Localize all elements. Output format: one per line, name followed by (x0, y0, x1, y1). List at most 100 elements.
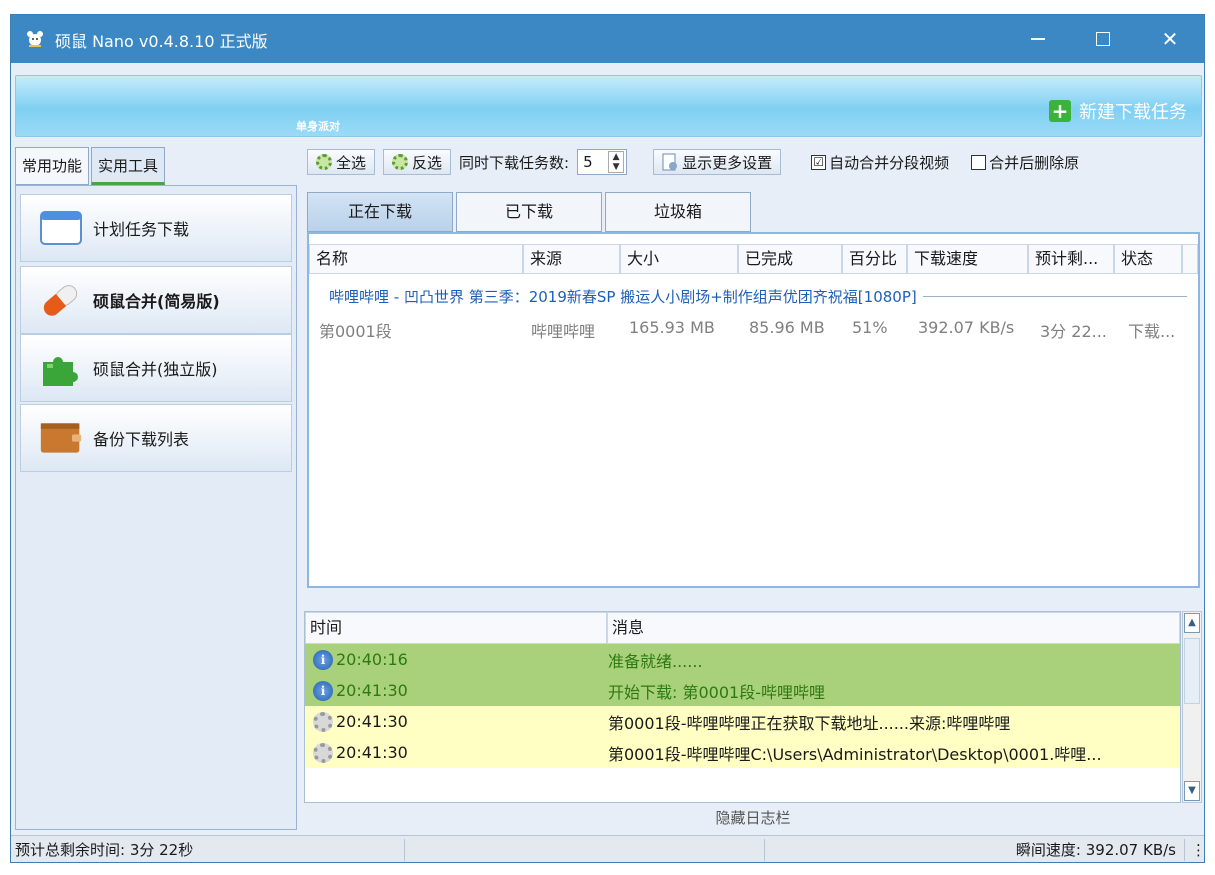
group-divider (922, 296, 1187, 297)
select-all-button[interactable]: 全选 (307, 149, 376, 175)
title-bar: 硕鼠 Nano v0.4.8.10 正式版 ✕ (11, 15, 1204, 63)
status-bar: 预计总剩余时间: 3分 22秒 瞬间速度: 392.07 KB/s ⋮ (11, 835, 1204, 862)
tab-downloading[interactable]: 正在下载 (307, 192, 453, 232)
cell-source: 哔哩哔哩 (531, 322, 596, 341)
scroll-down-icon[interactable]: ▼ (1184, 781, 1200, 801)
select-all-label: 全选 (336, 153, 367, 172)
banner-label: 单身派对 (296, 120, 340, 133)
concurrent-tasks-value: 5 (583, 153, 593, 171)
auto-merge-checkbox-box[interactable]: ☑ (811, 154, 827, 170)
sidebar-item-label: 备份下载列表 (93, 430, 190, 449)
gear-icon (313, 742, 333, 763)
info-icon: i (313, 680, 333, 701)
cell-eta: 3分 22... (1040, 322, 1107, 341)
log-message: 开始下载: 第0001段-哔哩哔哩 (608, 682, 825, 702)
log-message: 第0001段-哔哩哔哩C:\Users\Administrator\Deskto… (608, 744, 1102, 764)
column-header-source[interactable]: 来源 (523, 244, 620, 274)
hide-log-button[interactable]: 隐藏日志栏 (304, 805, 1202, 831)
maximize-button[interactable] (1071, 15, 1135, 63)
concurrent-tasks-stepper[interactable]: 5 ▲ ▼ (577, 149, 628, 175)
cell-size: 165.93 MB (629, 318, 715, 337)
minimize-icon (1031, 38, 1045, 40)
more-settings-label: 显示更多设置 (682, 153, 773, 172)
log-message: 准备就绪...... (608, 651, 703, 671)
download-group-title: 哔哩哔哩 - 凹凸世界 第三季：2019新春SP 搬运人小剧场+制作组声优团齐祝… (329, 288, 917, 306)
cell-name: 第0001段 (319, 322, 392, 341)
log-row[interactable]: i 20:41:30 开始下载: 第0001段-哔哩哔哩 (305, 675, 1180, 706)
log-message: 第0001段-哔哩哔哩正在获取下载地址......来源:哔哩哔哩 (608, 713, 1011, 733)
sidebar: 计划任务下载 硕鼠合并(简易版) 硕鼠合并(独立版) 备份下载列表 (15, 185, 297, 830)
sidebar-item-merge-standalone[interactable]: 硕鼠合并(独立版) (20, 334, 292, 402)
auto-merge-label: 自动合并分段视频 (829, 153, 950, 172)
cell-status: 下载... (1128, 322, 1176, 341)
column-header-done[interactable]: 已完成 (738, 244, 842, 274)
invert-selection-label: 反选 (412, 153, 443, 172)
status-total-eta: 预计总剩余时间: 3分 22秒 (11, 839, 405, 861)
sidebar-item-label: 计划任务下载 (93, 220, 190, 239)
stepper-arrows-icon[interactable]: ▲ ▼ (608, 151, 625, 173)
column-header-filler (1182, 244, 1198, 274)
delete-after-merge-label: 合并后删除原 (989, 153, 1080, 172)
maximize-icon (1096, 32, 1110, 46)
invert-selection-icon (392, 154, 409, 170)
more-settings-button[interactable]: 显示更多设置 (653, 149, 782, 175)
close-button[interactable]: ✕ (1138, 15, 1202, 63)
tab-utility-tools[interactable]: 实用工具 (91, 147, 166, 185)
table-row[interactable]: 第0001段 哔哩哔哩 165.93 MB 85.96 MB 51% 392.0… (309, 318, 1198, 342)
log-row[interactable]: 20:41:30 第0001段-哔哩哔哩正在获取下载地址......来源:哔哩哔… (305, 706, 1180, 737)
sidebar-item-label: 硕鼠合并(独立版) (93, 360, 218, 379)
main-tabs: 正在下载 已下载 垃圾箱 (307, 192, 754, 232)
status-empty-segment (405, 839, 765, 861)
log-time: 20:41:30 (336, 712, 408, 731)
download-list: 名称 来源 大小 已完成 百分比 下载速度 预计剩... 状态 哔哩哔哩 - 凹… (307, 232, 1200, 588)
log-time: 20:40:16 (336, 650, 408, 669)
sidebar-item-merge-simple[interactable]: 硕鼠合并(简易版) (20, 266, 292, 334)
puzzle-icon (39, 348, 83, 388)
tab-trash[interactable]: 垃圾箱 (605, 192, 751, 232)
log-scrollbar[interactable]: ▲ ▼ (1182, 611, 1202, 803)
download-list-header: 名称 来源 大小 已完成 百分比 下载速度 预计剩... 状态 (309, 244, 1198, 274)
info-icon: i (313, 649, 333, 670)
column-header-name[interactable]: 名称 (309, 244, 523, 274)
sidebar-item-scheduled-download[interactable]: 计划任务下载 (20, 194, 292, 262)
download-group-header[interactable]: 哔哩哔哩 - 凹凸世界 第三季：2019新春SP 搬运人小剧场+制作组声优团齐祝… (329, 286, 1187, 307)
log-column-message[interactable]: 消息 (607, 612, 1180, 644)
column-header-status[interactable]: 状态 (1114, 244, 1182, 274)
tab-downloaded[interactable]: 已下载 (456, 192, 602, 232)
sidebar-item-backup-list[interactable]: 备份下载列表 (20, 404, 292, 472)
minimize-button[interactable] (1006, 15, 1070, 63)
scrollbar-thumb[interactable] (1184, 638, 1200, 704)
cell-percent: 51% (852, 318, 888, 337)
log-row[interactable]: 20:41:30 第0001段-哔哩哔哩C:\Users\Administrat… (305, 737, 1180, 768)
scroll-up-icon[interactable]: ▲ (1184, 613, 1200, 633)
delete-after-merge-checkbox-box[interactable] (971, 154, 987, 170)
window-title: 硕鼠 Nano v0.4.8.10 正式版 (55, 32, 268, 51)
new-task-label: 新建下载任务 (1079, 102, 1187, 123)
sidebar-item-label: 硕鼠合并(简易版) (93, 292, 220, 311)
mouse-logo-icon (27, 31, 43, 47)
column-header-size[interactable]: 大小 (620, 244, 738, 274)
log-time: 20:41:30 (336, 681, 408, 700)
left-tabs: 常用功能 实用工具 (15, 147, 167, 185)
banner: 单身派对 + 新建下载任务 (15, 75, 1202, 137)
column-header-percent[interactable]: 百分比 (842, 244, 907, 274)
log-header: 时间 消息 (305, 612, 1180, 644)
log-time: 20:41:30 (336, 743, 408, 762)
resize-grip-icon[interactable]: ⋮ (1187, 839, 1204, 861)
delete-after-merge-checkbox[interactable]: 合并后删除原 (971, 152, 1079, 173)
plus-icon: + (1049, 100, 1071, 122)
invert-selection-button[interactable]: 反选 (383, 149, 452, 175)
concurrent-tasks-label: 同时下载任务数: (459, 153, 570, 172)
auto-merge-checkbox[interactable]: ☑ 自动合并分段视频 (811, 152, 949, 173)
new-task-button[interactable]: + 新建下载任务 (1049, 98, 1187, 124)
column-header-eta[interactable]: 预计剩... (1028, 244, 1114, 274)
calendar-icon (39, 208, 83, 248)
log-panel: 时间 消息 i 20:40:16 准备就绪...... i 20:41:30 开… (304, 611, 1181, 803)
cell-done: 85.96 MB (749, 318, 825, 337)
tab-common-functions[interactable]: 常用功能 (15, 147, 90, 185)
status-speed: 瞬间速度: 392.07 KB/s (765, 839, 1185, 861)
log-column-time[interactable]: 时间 (305, 612, 607, 644)
gear-icon (313, 711, 333, 732)
log-row[interactable]: i 20:40:16 准备就绪...... (305, 644, 1180, 675)
column-header-speed[interactable]: 下载速度 (907, 244, 1028, 274)
